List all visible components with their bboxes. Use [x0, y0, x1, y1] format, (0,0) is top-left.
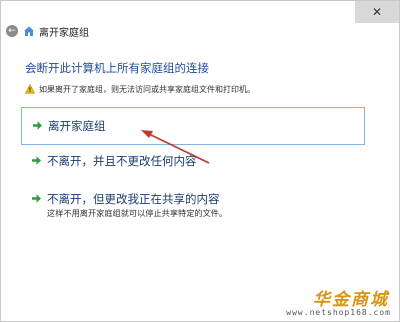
option-label: 不离开，并且不更改任何内容 [47, 154, 197, 168]
leave-homegroup-window: ← 离开家庭组 ✕ 会断开此计算机上所有家庭组的连接 如果离开了家庭组，则无法访… [0, 0, 400, 322]
option-description: 这样不用离开家庭组就可以停止共享特定的文件。 [47, 208, 228, 218]
close-button[interactable]: ✕ [355, 1, 399, 23]
green-arrow-icon [33, 121, 42, 130]
option-stay-no-change[interactable]: 不离开，并且不更改任何内容 [21, 151, 365, 185]
warning-message: 如果离开了家庭组，则无法访问或共享家庭组文件和打印机。 [25, 84, 255, 95]
option-leave-homegroup[interactable]: 离开家庭组 [21, 107, 365, 145]
homegroup-icon [24, 26, 34, 36]
green-arrow-icon [32, 194, 41, 203]
warning-icon [25, 84, 35, 94]
option-label: 离开家庭组 [48, 119, 106, 133]
option-stay-change-sharing[interactable]: 不离开，但更改我正在共享的内容 这样不用离开家庭组就可以停止共享特定的文件。 [21, 189, 365, 229]
watermark-logo: 华金商城 [313, 290, 389, 310]
warning-text: 如果离开了家庭组，则无法访问或共享家庭组文件和打印机。 [39, 85, 255, 94]
title-bar: ← 离开家庭组 ✕ [1, 1, 399, 39]
option-label: 不离开，但更改我正在共享的内容 [47, 192, 220, 206]
back-arrow-icon[interactable]: ← [6, 25, 18, 37]
page-heading: 会断开此计算机上所有家庭组的连接 [25, 61, 209, 75]
watermark-url: www.netshop168.com [286, 308, 391, 317]
green-arrow-icon [32, 156, 41, 165]
window-title: 离开家庭组 [39, 28, 89, 39]
